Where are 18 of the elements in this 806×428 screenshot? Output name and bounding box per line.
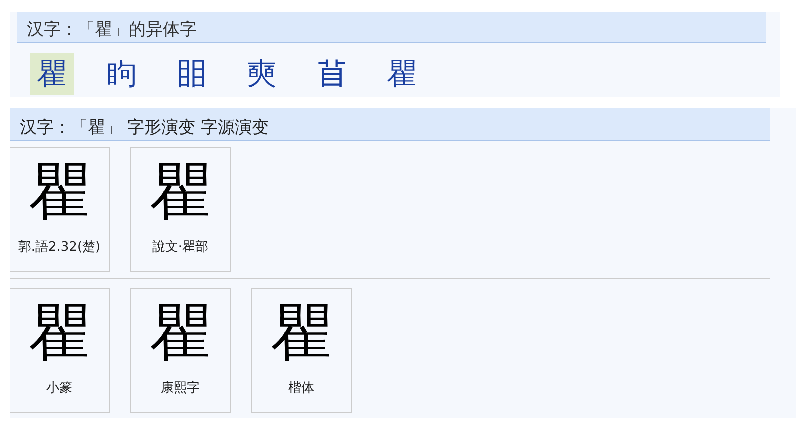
section-title: 汉字：「瞿」 字形演变 字源演变 bbox=[20, 116, 269, 138]
glyph-caption: 康熙字 bbox=[161, 380, 200, 397]
variant-link[interactable]: 䀠 bbox=[170, 53, 214, 95]
variant-link[interactable]: 奭 bbox=[240, 53, 284, 95]
variant-link[interactable]: 𥄕 bbox=[310, 53, 354, 95]
section-title: 汉字：「瞿」的异体字 bbox=[27, 18, 197, 40]
glyph-caption: 楷体 bbox=[288, 380, 314, 397]
glyph-caption: 說文·瞿部 bbox=[152, 239, 209, 256]
variant-link[interactable]: 瞿 bbox=[30, 53, 74, 95]
glyph-image: 瞿 bbox=[150, 154, 212, 230]
glyph-image: 瞿 bbox=[270, 295, 332, 371]
variant-link[interactable]: 瞿 bbox=[380, 53, 424, 95]
variant-link[interactable]: 眗 bbox=[100, 53, 144, 95]
glyph-caption: 郭.語2.32(楚) bbox=[18, 239, 101, 256]
glyph-image: 瞿 bbox=[150, 295, 212, 371]
glyph-caption: 小篆 bbox=[46, 380, 72, 397]
glyph-image: 瞿 bbox=[28, 154, 90, 230]
glyph-image: 瞿 bbox=[28, 295, 90, 371]
